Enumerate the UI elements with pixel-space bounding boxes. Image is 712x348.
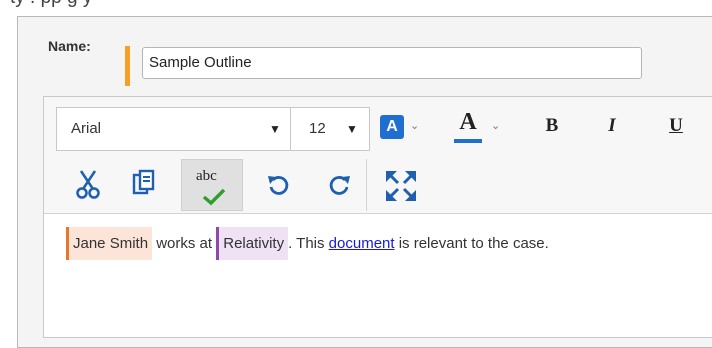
spellcheck-label: abc bbox=[196, 168, 217, 184]
name-label: Name: bbox=[48, 38, 91, 54]
font-family-value: Arial bbox=[71, 120, 102, 137]
name-input[interactable]: Sample Outline bbox=[142, 47, 642, 79]
document-link[interactable]: document bbox=[329, 235, 395, 252]
copy-icon[interactable] bbox=[132, 169, 156, 199]
chevron-down-icon: ▼ bbox=[269, 122, 281, 136]
body-text: works at bbox=[152, 235, 217, 252]
underline-button[interactable]: U bbox=[664, 115, 688, 137]
font-color-button[interactable]: A bbox=[454, 109, 482, 143]
font-color-chevron-icon[interactable]: ⌄ bbox=[491, 119, 500, 132]
cut-icon[interactable] bbox=[74, 167, 102, 201]
italic-button[interactable]: I bbox=[600, 115, 624, 137]
body-text: is relevant to the case. bbox=[394, 235, 549, 252]
chevron-down-icon: ▼ bbox=[346, 122, 358, 136]
editor-toolbar: Arial ▼ 12 ▼ A ⌄ A ⌄ B I U abc bbox=[44, 97, 712, 214]
undo-icon[interactable] bbox=[266, 173, 290, 197]
font-color-letter: A bbox=[459, 109, 477, 135]
top-caption: ty . pp g y bbox=[10, 0, 710, 8]
editor-content[interactable]: Jane Smith works at Relativity. This doc… bbox=[66, 227, 549, 260]
toolbar-divider bbox=[366, 159, 367, 211]
highlight-color-button[interactable]: A bbox=[380, 115, 404, 139]
fullscreen-icon[interactable] bbox=[384, 169, 418, 203]
bold-button[interactable]: B bbox=[540, 115, 564, 137]
rich-text-editor: Arial ▼ 12 ▼ A ⌄ A ⌄ B I U abc Jane Smit… bbox=[43, 96, 712, 338]
font-size-select[interactable]: 12 ▼ bbox=[290, 107, 370, 151]
font-family-select[interactable]: Arial ▼ bbox=[56, 107, 326, 151]
redo-icon[interactable] bbox=[328, 173, 352, 197]
spellcheck-button[interactable]: abc bbox=[181, 159, 243, 211]
highlight-chevron-icon[interactable]: ⌄ bbox=[410, 119, 419, 132]
required-indicator bbox=[125, 46, 130, 86]
font-color-bar bbox=[454, 139, 482, 143]
checkmark-icon bbox=[202, 188, 226, 206]
body-text: . This bbox=[288, 235, 329, 252]
font-size-value: 12 bbox=[309, 120, 326, 137]
organization-entity-tag[interactable]: Relativity bbox=[216, 227, 289, 260]
person-entity-tag[interactable]: Jane Smith bbox=[66, 227, 153, 260]
